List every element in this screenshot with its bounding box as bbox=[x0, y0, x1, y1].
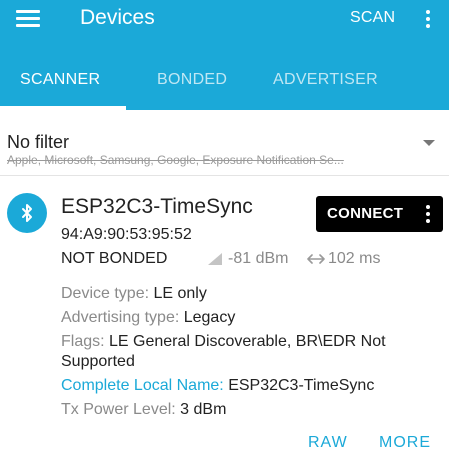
more-button[interactable]: MORE bbox=[379, 434, 431, 452]
detail-tx-power: Tx Power Level: 3 dBm bbox=[61, 400, 441, 420]
interval-arrows-icon bbox=[307, 254, 325, 264]
advertising-interval: 102 ms bbox=[328, 250, 381, 267]
detail-local-name: Complete Local Name: ESP32C3-TimeSync bbox=[61, 376, 441, 396]
connect-button[interactable]: CONNECT bbox=[316, 196, 443, 232]
filter-dropdown[interactable]: No filter Apple, Microsoft, Samsung, Goo… bbox=[0, 110, 449, 176]
scan-button[interactable]: SCAN bbox=[350, 9, 395, 27]
page-title: Devices bbox=[80, 6, 155, 29]
more-vert-icon[interactable] bbox=[421, 8, 435, 30]
detail-device-type: Device type: LE only bbox=[61, 284, 441, 304]
detail-value: LE General Discoverable, BR\EDR Not Supp… bbox=[61, 333, 386, 370]
detail-label: Tx Power Level: bbox=[61, 401, 181, 418]
app-bar: Devices SCAN SCANNER BONDED ADVERTISER bbox=[0, 0, 449, 110]
signal-strength-icon bbox=[208, 253, 222, 265]
filter-title: No filter bbox=[7, 132, 70, 152]
detail-advertising-type: Advertising type: Legacy bbox=[61, 308, 441, 328]
more-vert-icon[interactable] bbox=[424, 203, 432, 225]
detail-value: LE only bbox=[153, 285, 207, 302]
detail-label: Flags: bbox=[61, 333, 110, 350]
device-name: ESP32C3-TimeSync bbox=[61, 195, 253, 218]
tab-scanner[interactable]: SCANNER bbox=[20, 71, 100, 89]
detail-label: Complete Local Name: bbox=[61, 377, 229, 394]
rssi-value: -81 dBm bbox=[228, 250, 289, 267]
device-address: 94:A9:90:53:95:52 bbox=[61, 226, 192, 243]
detail-label: Advertising type: bbox=[61, 309, 184, 326]
connect-label: CONNECT bbox=[327, 205, 404, 222]
bond-state: NOT BONDED bbox=[61, 250, 168, 267]
detail-value: Legacy bbox=[183, 309, 236, 326]
raw-button[interactable]: RAW bbox=[308, 434, 348, 452]
menu-icon[interactable] bbox=[16, 9, 40, 27]
filter-excluded-list: Apple, Microsoft, Samsung, Google, Expos… bbox=[7, 153, 344, 167]
detail-flags: Flags: LE General Discoverable, BR\EDR N… bbox=[61, 332, 441, 372]
detail-value: ESP32C3-TimeSync bbox=[228, 377, 375, 394]
bluetooth-icon bbox=[7, 193, 47, 233]
dropdown-arrow-icon bbox=[423, 140, 435, 146]
detail-label: Device type: bbox=[61, 285, 154, 302]
detail-value: 3 dBm bbox=[180, 401, 227, 418]
tab-advertiser[interactable]: ADVERTISER bbox=[273, 71, 378, 89]
tab-bonded[interactable]: BONDED bbox=[157, 71, 227, 89]
